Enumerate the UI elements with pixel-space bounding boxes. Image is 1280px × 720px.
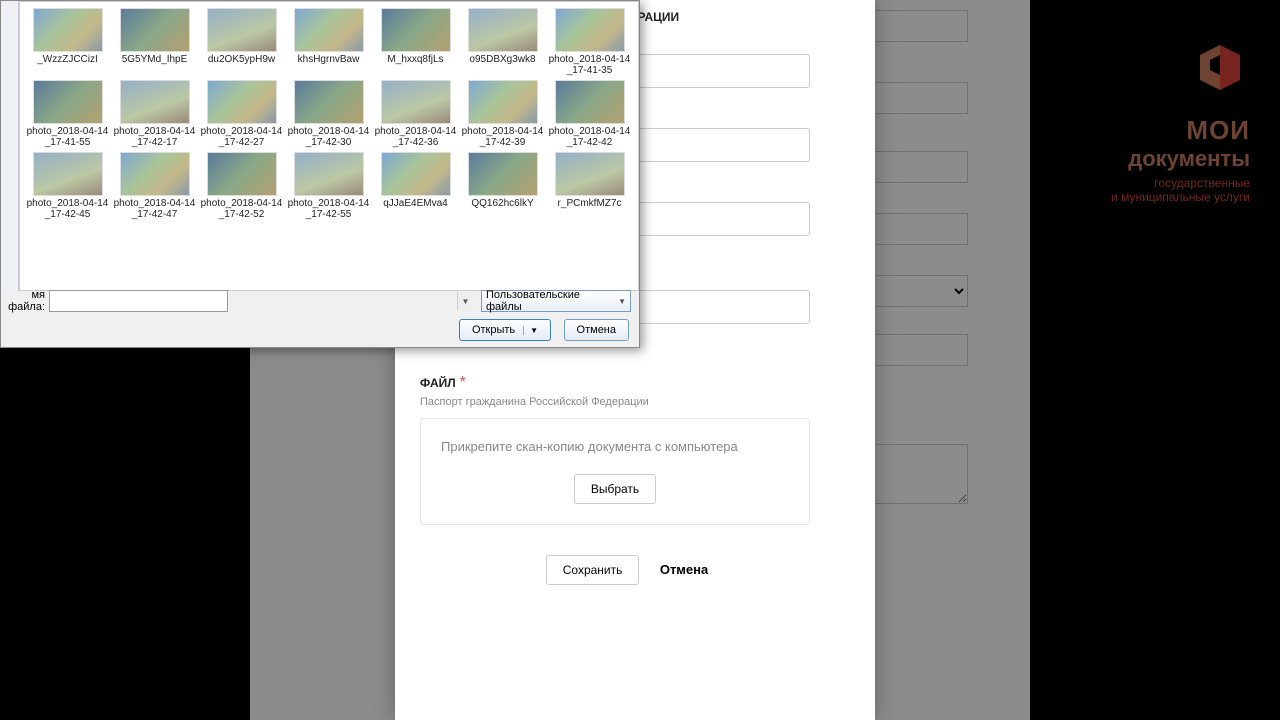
file-item[interactable]: r_PCmkfMZ7c	[546, 152, 633, 220]
file-name-label: QQ162hc6lkY	[459, 198, 546, 209]
file-item[interactable]: photo_2018-04-14_17-42-52	[198, 152, 285, 220]
nav-strip	[1, 1, 19, 291]
file-item[interactable]: QQ162hc6lkY	[459, 152, 546, 220]
file-item[interactable]: photo_2018-04-14_17-42-55	[285, 152, 372, 220]
file-item[interactable]: photo_2018-04-14_17-42-39	[459, 80, 546, 148]
file-thumbnail	[294, 80, 364, 124]
file-thumbnail	[381, 80, 451, 124]
file-name-label: photo_2018-04-14_17-41-35	[546, 54, 633, 76]
chevron-down-icon: ▼	[618, 297, 626, 306]
file-item[interactable]: M_hxxq8fjLs	[372, 8, 459, 76]
file-name-label: photo_2018-04-14_17-42-55	[285, 198, 372, 220]
open-button-label: Открыть	[472, 324, 515, 336]
filename-dropdown-icon[interactable]: ▼	[457, 292, 473, 310]
file-name-label: photo_2018-04-14_17-42-27	[198, 126, 285, 148]
file-item[interactable]: qJJaE4EMva4	[372, 152, 459, 220]
file-thumbnail	[294, 8, 364, 52]
file-name-label: photo_2018-04-14_17-42-42	[546, 126, 633, 148]
file-dialog-controls: мя файла: ▼ Пользовательские файлы ▼ Отк…	[1, 289, 631, 341]
file-thumbnail	[468, 80, 538, 124]
file-thumbnail	[381, 8, 451, 52]
file-item[interactable]: photo_2018-04-14_17-42-47	[111, 152, 198, 220]
logo-text-line1: МОИ	[1111, 115, 1250, 146]
file-item[interactable]: photo_2018-04-14_17-41-35	[546, 8, 633, 76]
brand-logo-area: МОИ документы государственные и муниципа…	[1111, 40, 1250, 204]
file-thumbnail	[207, 80, 277, 124]
file-thumbnail	[120, 80, 190, 124]
file-name-label: photo_2018-04-14_17-42-17	[111, 126, 198, 148]
file-thumbnail	[555, 8, 625, 52]
file-thumbnail	[468, 8, 538, 52]
file-thumbnail	[381, 152, 451, 196]
file-thumbnail	[207, 8, 277, 52]
file-label: ФАЙЛ	[420, 376, 456, 390]
file-item[interactable]: photo_2018-04-14_17-41-55	[24, 80, 111, 148]
file-item[interactable]: _WzzZJCCizI	[24, 8, 111, 76]
logo-text-line4: и муниципальные услуги	[1111, 190, 1250, 204]
file-item[interactable]: photo_2018-04-14_17-42-30	[285, 80, 372, 148]
file-item[interactable]: photo_2018-04-14_17-42-45	[24, 152, 111, 220]
open-file-dialog: _WzzZJCCizI5G5YMd_IhpEdu2OK5ypH9wkhsHgrn…	[0, 0, 640, 348]
file-name-label: photo_2018-04-14_17-42-36	[372, 126, 459, 148]
dialog-cancel-button[interactable]: Отмена	[564, 319, 629, 341]
file-item[interactable]: photo_2018-04-14_17-42-42	[546, 80, 633, 148]
file-item[interactable]: photo_2018-04-14_17-42-27	[198, 80, 285, 148]
filename-input[interactable]	[49, 290, 228, 312]
save-button[interactable]: Сохранить	[546, 555, 640, 585]
file-thumbnail	[33, 8, 103, 52]
file-thumbnail	[33, 152, 103, 196]
file-name-label: photo_2018-04-14_17-42-39	[459, 126, 546, 148]
filename-label: мя файла:	[3, 289, 49, 313]
file-name-label: khsHgrnvBaw	[285, 54, 372, 65]
open-split-icon[interactable]: ▼	[523, 326, 538, 335]
file-list-area[interactable]: _WzzZJCCizI5G5YMd_IhpEdu2OK5ypH9wkhsHgrn…	[19, 1, 639, 291]
file-thumbnail	[468, 152, 538, 196]
file-dropzone[interactable]: Прикрепите скан-копию документа с компью…	[420, 418, 810, 525]
file-thumbnail	[555, 80, 625, 124]
file-item[interactable]: du2OK5ypH9w	[198, 8, 285, 76]
file-item[interactable]: photo_2018-04-14_17-42-17	[111, 80, 198, 148]
file-thumbnail	[33, 80, 103, 124]
file-name-label: r_PCmkfMZ7c	[546, 198, 633, 209]
file-thumbnail	[120, 152, 190, 196]
select-file-button[interactable]: Выбрать	[574, 474, 656, 504]
file-name-label: photo_2018-04-14_17-42-52	[198, 198, 285, 220]
file-name-label: M_hxxq8fjLs	[372, 54, 459, 65]
open-button[interactable]: Открыть ▼	[459, 319, 551, 341]
file-item[interactable]: o95DBXg3wk8	[459, 8, 546, 76]
file-name-label: photo_2018-04-14_17-42-47	[111, 198, 198, 220]
file-name-label: _WzzZJCCizI	[24, 54, 111, 65]
file-thumbnail	[555, 152, 625, 196]
file-thumbnail	[120, 8, 190, 52]
file-thumbnail	[207, 152, 277, 196]
file-name-label: photo_2018-04-14_17-41-55	[24, 126, 111, 148]
dropzone-text: Прикрепите скан-копию документа с компью…	[441, 439, 789, 454]
file-name-label: photo_2018-04-14_17-42-30	[285, 126, 372, 148]
required-star: *	[460, 374, 466, 391]
file-name-label: o95DBXg3wk8	[459, 54, 546, 65]
file-item[interactable]: khsHgrnvBaw	[285, 8, 372, 76]
file-type-filter[interactable]: Пользовательские файлы ▼	[481, 290, 631, 312]
file-name-label: photo_2018-04-14_17-42-45	[24, 198, 111, 220]
logo-text-line3: государственные	[1111, 176, 1250, 190]
cancel-button[interactable]: Отмена	[644, 555, 724, 584]
file-thumbnail	[294, 152, 364, 196]
filter-text: Пользовательские файлы	[486, 289, 618, 313]
modal-button-group: Сохранить Отмена	[420, 555, 850, 585]
file-item[interactable]: 5G5YMd_IhpE	[111, 8, 198, 76]
file-name-label: qJJaE4EMva4	[372, 198, 459, 209]
file-item[interactable]: photo_2018-04-14_17-42-36	[372, 80, 459, 148]
file-subtext: Паспорт гражданина Российской Федерации	[420, 396, 850, 408]
logo-text-line2: документы	[1111, 146, 1250, 172]
logo-icon	[1190, 40, 1250, 100]
file-name-label: du2OK5ypH9w	[198, 54, 285, 65]
file-name-label: 5G5YMd_IhpE	[111, 54, 198, 65]
